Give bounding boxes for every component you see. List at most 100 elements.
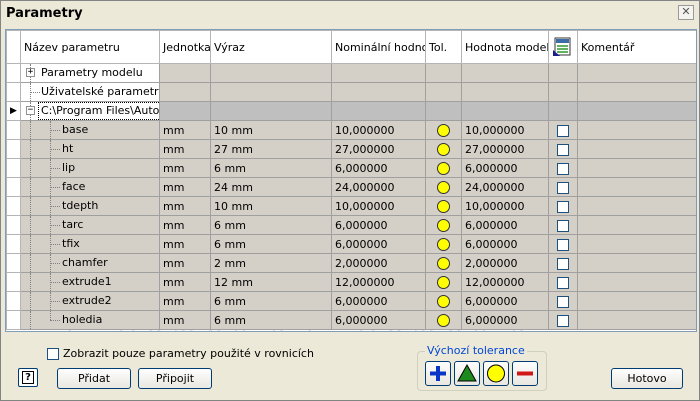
- tolerance-upper-button[interactable]: [454, 361, 480, 386]
- row-selector[interactable]: [6, 253, 21, 273]
- parameter-name[interactable]: extrude2: [62, 294, 112, 307]
- export-cell[interactable]: [548, 158, 578, 178]
- collapse-minus-icon[interactable]: −: [26, 106, 35, 115]
- export-cell[interactable]: [548, 139, 578, 159]
- col-header-unit[interactable]: Jednotka: [159, 30, 211, 64]
- link-button[interactable]: Připojit: [138, 368, 212, 389]
- linked-file-path[interactable]: C:\Program Files\Auto...: [38, 102, 159, 120]
- tolerance-cell[interactable]: [425, 177, 462, 197]
- parameter-name[interactable]: lip: [62, 161, 75, 174]
- parameter-expression[interactable]: 10 mm: [210, 120, 332, 140]
- close-button[interactable]: ✕: [678, 5, 694, 20]
- parameter-unit[interactable]: mm: [159, 177, 211, 197]
- parameter-unit[interactable]: mm: [159, 234, 211, 254]
- row-selector[interactable]: [6, 215, 21, 235]
- parameter-comment[interactable]: [577, 158, 696, 178]
- parameter-comment[interactable]: [577, 291, 696, 311]
- export-checkbox[interactable]: [557, 143, 569, 156]
- tolerance-cell[interactable]: [425, 253, 462, 273]
- row-selector[interactable]: [6, 177, 21, 197]
- parameter-row[interactable]: ht mm 27 mm 27,000000 27,000000: [6, 139, 696, 159]
- parameter-name[interactable]: base: [62, 123, 88, 136]
- parameter-unit[interactable]: mm: [159, 196, 211, 216]
- row-selector[interactable]: [6, 158, 21, 178]
- parameter-comment[interactable]: [577, 272, 696, 292]
- parameter-comment[interactable]: [577, 120, 696, 140]
- parameter-row[interactable]: tarc mm 6 mm 6,000000 6,000000: [6, 215, 696, 235]
- parameter-row[interactable]: base mm 10 mm 10,000000 10,000000: [6, 120, 696, 140]
- col-header-comment[interactable]: Komentář: [577, 30, 696, 64]
- tolerance-cell[interactable]: [425, 196, 462, 216]
- parameter-expression[interactable]: 6 mm: [210, 215, 332, 235]
- export-cell[interactable]: [548, 253, 578, 273]
- export-cell[interactable]: [548, 234, 578, 254]
- row-selector[interactable]: [6, 310, 21, 330]
- parameter-row[interactable]: tfix mm 6 mm 6,000000 6,000000: [6, 234, 696, 254]
- parameter-unit[interactable]: mm: [159, 139, 211, 159]
- row-selector[interactable]: [6, 196, 21, 216]
- export-cell[interactable]: [548, 291, 578, 311]
- parameter-name[interactable]: tdepth: [62, 199, 98, 212]
- current-row-indicator[interactable]: ▶: [6, 101, 21, 121]
- parameter-unit[interactable]: mm: [159, 215, 211, 235]
- parameter-name[interactable]: tfix: [62, 237, 80, 250]
- parameter-expression[interactable]: 6 mm: [210, 310, 332, 330]
- parameter-comment[interactable]: [577, 234, 696, 254]
- help-button[interactable]: ?: [18, 368, 38, 387]
- group-row-user-parameters[interactable]: Uživatelské parametry: [6, 82, 696, 102]
- export-cell[interactable]: [548, 272, 578, 292]
- parameter-name[interactable]: holedia: [62, 313, 102, 326]
- export-checkbox[interactable]: [557, 124, 569, 137]
- col-header-name[interactable]: Název parametru: [20, 30, 160, 64]
- export-checkbox[interactable]: [557, 295, 569, 308]
- export-cell[interactable]: [548, 196, 578, 216]
- parameter-unit[interactable]: mm: [159, 120, 211, 140]
- parameter-expression[interactable]: 12 mm: [210, 272, 332, 292]
- row-selector[interactable]: [6, 272, 21, 292]
- parameter-row[interactable]: face mm 24 mm 24,000000 24,000000: [6, 177, 696, 197]
- only-used-option[interactable]: Zobrazit pouze parametry použité v rovni…: [47, 347, 314, 360]
- parameter-expression[interactable]: 24 mm: [210, 177, 332, 197]
- col-header-export[interactable]: [548, 30, 578, 64]
- export-checkbox[interactable]: [557, 314, 569, 327]
- parameter-comment[interactable]: [577, 139, 696, 159]
- parameter-comment[interactable]: [577, 253, 696, 273]
- parameter-comment[interactable]: [577, 196, 696, 216]
- parameter-unit[interactable]: mm: [159, 253, 211, 273]
- export-checkbox[interactable]: [557, 276, 569, 289]
- export-checkbox[interactable]: [557, 219, 569, 232]
- export-cell[interactable]: [548, 120, 578, 140]
- export-cell[interactable]: [548, 177, 578, 197]
- row-selector[interactable]: [6, 120, 21, 140]
- parameter-name[interactable]: tarc: [62, 218, 83, 231]
- parameter-name[interactable]: extrude1: [62, 275, 112, 288]
- parameter-comment[interactable]: [577, 215, 696, 235]
- tolerance-cell[interactable]: [425, 291, 462, 311]
- row-selector[interactable]: [6, 63, 21, 83]
- done-button[interactable]: Hotovo: [611, 368, 683, 389]
- parameter-row[interactable]: extrude2 mm 6 mm 6,000000 6,000000: [6, 291, 696, 311]
- export-checkbox[interactable]: [557, 162, 569, 175]
- group-row-model-parameters[interactable]: + Parametry modelu: [6, 63, 696, 83]
- parameter-unit[interactable]: mm: [159, 310, 211, 330]
- tolerance-cell[interactable]: [425, 272, 462, 292]
- tolerance-cell[interactable]: [425, 215, 462, 235]
- group-row-linked-file[interactable]: ▶ − C:\Program Files\Auto...: [6, 101, 696, 121]
- expand-plus-icon[interactable]: +: [26, 68, 35, 77]
- export-checkbox[interactable]: [557, 181, 569, 194]
- col-header-nominal[interactable]: Nominální hodnota: [331, 30, 426, 64]
- add-button[interactable]: Přidat: [57, 368, 131, 389]
- row-selector[interactable]: [6, 139, 21, 159]
- parameter-comment[interactable]: [577, 310, 696, 330]
- tolerance-cell[interactable]: [425, 139, 462, 159]
- tolerance-nominal-button[interactable]: [483, 361, 509, 386]
- tolerance-minus-button[interactable]: [512, 361, 538, 386]
- row-selector[interactable]: [6, 82, 21, 102]
- parameter-expression[interactable]: 27 mm: [210, 139, 332, 159]
- tolerance-cell[interactable]: [425, 310, 462, 330]
- parameter-unit[interactable]: mm: [159, 158, 211, 178]
- only-used-checkbox[interactable]: [47, 347, 59, 360]
- parameter-row[interactable]: lip mm 6 mm 6,000000 6,000000: [6, 158, 696, 178]
- parameter-expression[interactable]: 6 mm: [210, 234, 332, 254]
- parameter-expression[interactable]: 2 mm: [210, 253, 332, 273]
